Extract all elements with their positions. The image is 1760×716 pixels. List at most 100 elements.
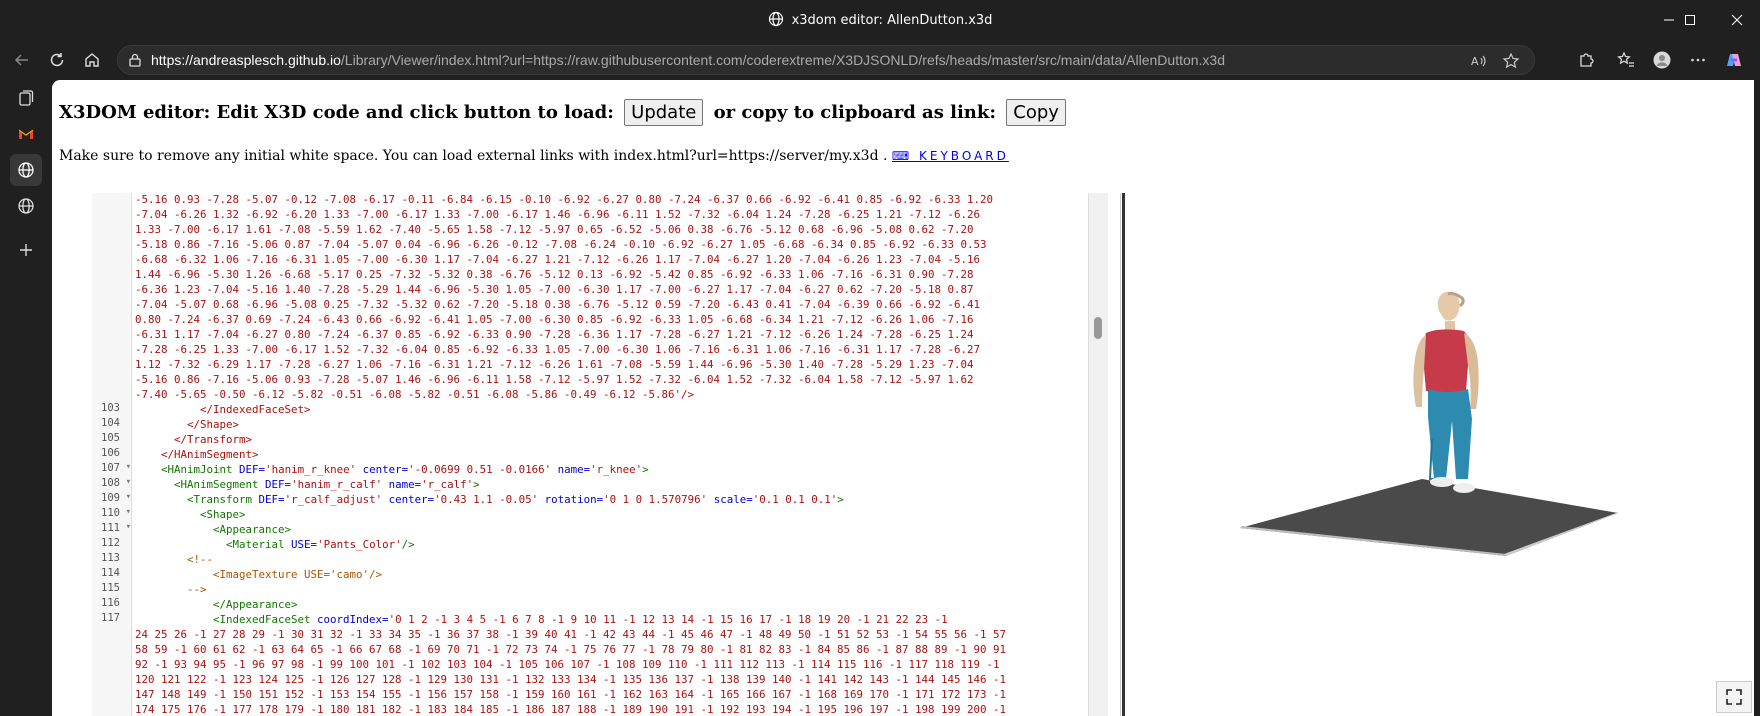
line-number: 104 (101, 417, 120, 429)
code-line: -6.68 -6.32 1.06 -7.16 -6.31 1.05 -7.00 … (135, 253, 981, 266)
maximize-button[interactable] (1668, 0, 1712, 40)
code-line: 1.33 -7.00 -6.17 1.61 -7.08 -5.59 1.62 -… (135, 223, 974, 236)
code-line: 1.12 -7.32 -6.29 1.17 -7.28 -6.27 1.06 -… (135, 358, 974, 371)
code-line: <HAnimJoint DEF='hanim_r_knee' center='-… (161, 463, 649, 476)
code-line: 120 121 122 -1 123 124 125 -1 126 127 12… (135, 673, 1007, 686)
fullscreen-button[interactable] (1716, 681, 1752, 713)
code-line: 58 59 -1 60 61 62 -1 63 64 65 -1 66 67 6… (135, 643, 1007, 656)
code-line: 174 175 176 -1 177 178 179 -1 180 181 18… (135, 703, 1007, 716)
heading-text: X3DOM editor: Edit X3D code and click bu… (59, 102, 614, 123)
copy-button[interactable]: Copy (1006, 99, 1066, 126)
more-dots-icon (1691, 58, 1705, 62)
code-line: </Appearance> (213, 598, 298, 611)
read-aloud-icon[interactable]: A (1470, 52, 1488, 70)
code-area[interactable]: -5.16 0.93 -7.28 -5.07 -0.12 -7.08 -6.17… (132, 193, 1120, 716)
code-line: --> (187, 583, 207, 596)
code-editor[interactable]: 103 104 105 106 107 108 109 110 111 112 113 114 115 1… (92, 193, 1121, 716)
back-button[interactable] (8, 46, 36, 74)
line-number: 105 (101, 432, 120, 444)
line-number: 108 (92, 477, 132, 489)
tab-actions-button[interactable] (10, 82, 42, 114)
home-button[interactable] (78, 46, 106, 74)
globe-icon (18, 162, 34, 178)
instruction-text: Make sure to remove any initial white sp… (59, 148, 888, 164)
copilot-button[interactable] (1720, 46, 1748, 74)
svg-text:A: A (1471, 55, 1479, 68)
line-number: 114 (101, 567, 120, 579)
window-title: x3dom editor: AllenDutton.x3d (0, 11, 1760, 28)
scrollbar-thumb[interactable] (1094, 317, 1102, 339)
line-number: 107 (92, 462, 132, 474)
line-number: 106 (101, 447, 120, 459)
code-line: <HAnimSegment DEF='hanim_r_calf' name='r… (174, 478, 480, 491)
line-number: 117 (101, 612, 120, 624)
code-line: <Transform DEF='r_calf_adjust' center='0… (187, 493, 844, 506)
back-arrow-icon (14, 54, 28, 66)
home-icon (85, 53, 99, 67)
fullscreen-icon (1726, 689, 1742, 705)
page-heading: X3DOM editor: Edit X3D code and click bu… (59, 99, 1070, 126)
code-line: 1.44 -6.96 -5.30 1.26 -6.68 -5.17 0.25 -… (135, 268, 974, 281)
code-line: </Shape> (187, 418, 240, 431)
pane-divider[interactable] (1122, 193, 1125, 716)
favorites-button[interactable] (1612, 46, 1640, 74)
gmail-tab-button[interactable] (10, 118, 42, 150)
refresh-button[interactable] (43, 46, 71, 74)
code-line: </Transform> (174, 433, 253, 446)
editor-scrollbar[interactable] (1088, 193, 1108, 716)
code-line: -6.36 1.23 -7.04 -5.16 1.40 -7.28 -5.29 … (135, 283, 974, 296)
code-line: 24 25 26 -1 27 28 29 -1 30 31 32 -1 33 3… (135, 628, 1007, 641)
close-button[interactable] (1714, 0, 1760, 40)
code-line: </IndexedFaceSet> (200, 403, 311, 416)
code-line: -7.04 -5.07 0.68 -6.96 -5.08 0.25 -7.32 … (135, 298, 981, 311)
line-number: 103 (101, 402, 120, 414)
puzzle-icon (1580, 53, 1594, 67)
window-title-text: x3dom editor: AllenDutton.x3d (791, 13, 993, 28)
line-number: 112 (101, 537, 120, 549)
browser-sidebar (0, 80, 52, 716)
code-line: <!-- (187, 553, 214, 566)
code-line: <Material USE='Pants_Color'/> (226, 538, 415, 551)
line-number: 115 (101, 582, 120, 594)
title-bar: x3dom editor: AllenDutton.x3d (0, 0, 1760, 40)
globe-icon (768, 11, 783, 27)
page-content: X3DOM editor: Edit X3D code and click bu… (52, 80, 1754, 716)
favorite-star-icon[interactable] (1502, 52, 1520, 70)
profile-button[interactable] (1648, 46, 1676, 74)
update-button[interactable]: Update (624, 99, 704, 126)
active-tab-button[interactable] (10, 154, 42, 186)
tab-button[interactable] (10, 190, 42, 222)
code-line: <IndexedFaceSet coordIndex='0 1 2 -1 3 4… (213, 613, 948, 626)
line-number: 116 (101, 597, 120, 609)
code-line: 92 -1 93 94 95 -1 96 97 98 -1 99 100 101… (135, 658, 1000, 671)
lock-icon (129, 53, 141, 67)
x3d-scene[interactable] (1126, 193, 1754, 716)
keyboard-link[interactable]: ⌨ KEYBOARD (892, 149, 1009, 163)
address-bar[interactable]: https://andreasplesch.github.io/Library/… (117, 45, 1535, 75)
refresh-icon (50, 53, 64, 67)
code-line: 0.80 -7.24 -6.37 0.69 -7.24 -6.43 0.66 -… (135, 313, 974, 326)
code-line: 147 148 149 -1 150 151 152 -1 153 154 15… (135, 688, 1007, 701)
tabs-icon (19, 90, 34, 106)
line-number-gutter: 103 104 105 106 107 108 109 110 111 112 113 114 115 1… (92, 193, 132, 716)
code-line: <Appearance> (213, 523, 292, 536)
line-number: 110 (92, 507, 132, 519)
code-line: -7.04 -6.26 1.32 -6.92 -6.20 1.33 -7.00 … (135, 208, 981, 221)
browser-toolbar: https://andreasplesch.github.io/Library/… (0, 40, 1760, 80)
more-button[interactable] (1684, 46, 1712, 74)
x3d-viewer[interactable] (1126, 193, 1754, 716)
line-number: 111 (92, 522, 132, 534)
code-line: <ImageTexture USE='camo'/> (213, 568, 383, 581)
new-tab-button[interactable] (10, 234, 42, 266)
code-line: -7.28 -6.25 1.33 -7.00 -6.17 1.52 -7.32 … (135, 343, 981, 356)
extensions-button[interactable] (1572, 46, 1600, 74)
code-line: -5.16 0.86 -7.16 -5.06 0.93 -7.28 -5.07 … (135, 373, 974, 386)
gmail-icon (18, 129, 34, 139)
line-number: 109 (92, 492, 132, 504)
url-host: https://andreasplesch.github.io (151, 52, 341, 68)
code-line: <Shape> (200, 508, 246, 521)
code-line: -5.16 0.93 -7.28 -5.07 -0.12 -7.08 -6.17… (135, 193, 994, 206)
code-line: -7.40 -5.65 -0.50 -6.12 -5.82 -0.51 -6.0… (135, 388, 695, 401)
line-number: 113 (101, 552, 120, 564)
plus-icon (20, 244, 32, 256)
